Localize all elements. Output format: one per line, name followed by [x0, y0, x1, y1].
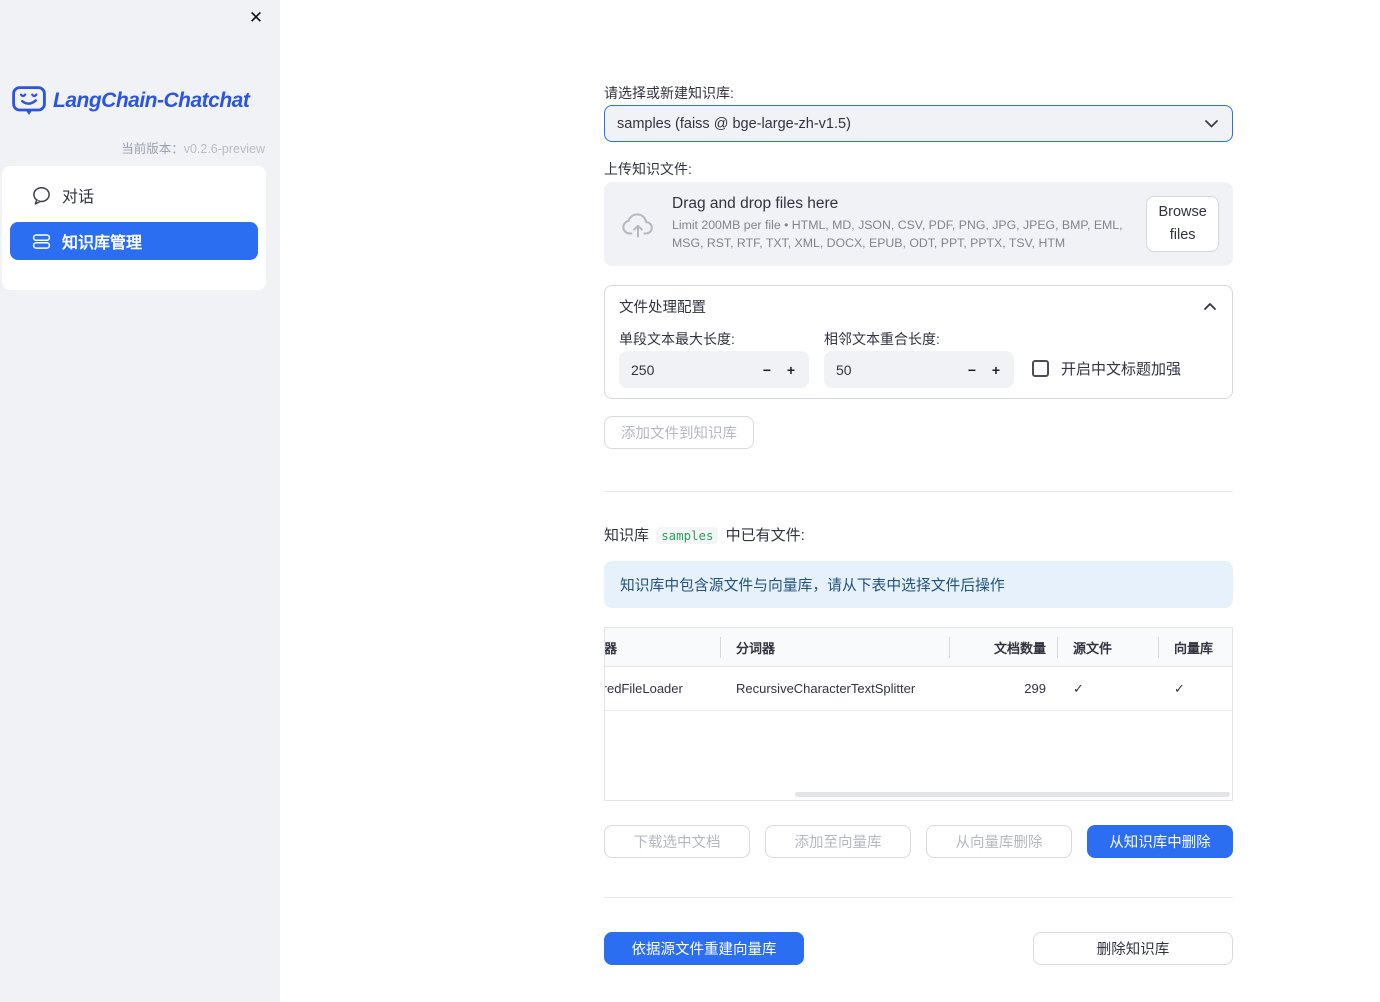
decrement-icon[interactable]: − — [960, 362, 984, 378]
cell-vector-store-check: ✓ — [1158, 667, 1234, 710]
kb-name-code: samples — [656, 527, 719, 544]
chunk-size-label: 单段文本最大长度: — [619, 331, 735, 347]
files-table[interactable]: 文档加载器 分词器 文档数量 源文件 向量库 — [604, 627, 1233, 801]
version-line: 当前版本：v0.2.6-preview — [121, 138, 265, 157]
dropzone-title: Drag and drop files here — [672, 195, 839, 213]
download-selected-button[interactable]: 下载选中文档 — [604, 825, 750, 858]
chevron-up-icon — [1202, 300, 1218, 313]
files-line-prefix: 知识库 — [604, 527, 650, 544]
increment-icon[interactable]: + — [779, 362, 803, 378]
main-content: 请选择或新建知识库: samples (faiss @ bge-large-zh… — [604, 0, 1233, 1002]
sidebar-item-knowledge-base[interactable]: 知识库管理 — [10, 222, 258, 260]
add-files-button[interactable]: 添加文件到知识库 — [604, 416, 754, 449]
cell-doc-count: 299 — [1024, 681, 1046, 696]
cell-splitter: RecursiveCharacterTextSplitter — [736, 681, 916, 696]
sidebar-menu: 对话 知识库管理 — [2, 166, 266, 290]
dropzone-hint: Limit 200MB per file • HTML, MD, JSON, C… — [672, 218, 1123, 250]
sidebar-item-chat[interactable]: 对话 — [10, 176, 258, 214]
delete-from-kb-button[interactable]: 从知识库中删除 — [1087, 825, 1233, 858]
column-separator — [720, 637, 721, 658]
chunk-size-value: 250 — [631, 361, 655, 378]
stack-icon — [32, 232, 51, 251]
increment-icon[interactable]: + — [984, 362, 1008, 378]
sidebar: ✕ LangChain-Chatchat 当前版本：v0.2.6-preview — [0, 0, 280, 1002]
chunk-size-input[interactable]: 250 − + — [619, 351, 809, 388]
kb-select[interactable]: samples (faiss @ bge-large-zh-v1.5) — [604, 105, 1233, 142]
checkbox-icon[interactable] — [1032, 360, 1049, 377]
column-separator — [1158, 637, 1159, 658]
horizontal-scrollbar[interactable] — [795, 792, 1230, 797]
overlap-input[interactable]: 50 − + — [824, 351, 1014, 388]
logo: LangChain-Chatchat — [12, 86, 250, 116]
dropzone-text: Drag and drop files here Limit 200MB per… — [672, 195, 1146, 253]
sidebar-item-label: 知识库管理 — [62, 235, 143, 252]
logo-text: LangChain-Chatchat — [53, 89, 250, 112]
column-header-source-file: 源文件 — [1073, 640, 1113, 656]
cell-loader: UnstructuredFileLoader — [605, 681, 683, 696]
overlap-label: 相邻文本重合长度: — [824, 331, 940, 347]
chat-bubble-icon — [32, 186, 51, 205]
check-icon: ✓ — [1073, 680, 1084, 696]
version-label: 当前版本： — [121, 142, 184, 156]
check-icon: ✓ — [1174, 680, 1185, 696]
column-separator — [949, 637, 950, 658]
delete-from-vectorstore-button[interactable]: 从向量库删除 — [926, 825, 1072, 858]
info-text: 知识库中包含源文件与向量库，请从下表中选择文件后操作 — [620, 578, 1005, 594]
info-banner: 知识库中包含源文件与向量库，请从下表中选择文件后操作 — [604, 561, 1233, 608]
column-separator — [1057, 637, 1058, 658]
chevron-down-icon — [1203, 116, 1220, 131]
kb-select-label: 请选择或新建知识库: — [604, 85, 734, 101]
table-row[interactable]: UnstructuredFileLoader RecursiveCharacte… — [605, 667, 1232, 711]
logo-chat-smiley-icon — [12, 86, 46, 116]
kb-select-value: samples (faiss @ bge-large-zh-v1.5) — [617, 115, 851, 132]
existing-files-heading: 知识库 samples 中已有文件: — [604, 524, 805, 545]
sidebar-item-label: 对话 — [62, 189, 95, 206]
column-header-splitter: 分词器 — [736, 640, 776, 656]
delete-kb-button[interactable]: 删除知识库 — [1033, 932, 1233, 965]
checkbox-label: 开启中文标题加强 — [1061, 361, 1182, 378]
column-header-loader: 文档加载器 — [605, 640, 618, 656]
browse-files-button[interactable]: Browse files — [1146, 196, 1219, 252]
file-config-expander: 文件处理配置 单段文本最大长度: 相邻文本重合长度: 250 − + 50 − … — [604, 285, 1233, 399]
expander-header[interactable]: 文件处理配置 — [605, 286, 1232, 326]
divider — [604, 491, 1233, 492]
overlap-value: 50 — [836, 361, 852, 378]
column-header-vector-store: 向量库 — [1174, 640, 1214, 656]
uploader-label: 上传知识文件: — [604, 161, 692, 177]
files-line-suffix: 中已有文件: — [725, 527, 805, 544]
expander-title: 文件处理配置 — [619, 299, 706, 316]
rebuild-vectorstore-button[interactable]: 依据源文件重建向量库 — [604, 932, 804, 965]
decrement-icon[interactable]: − — [755, 362, 779, 378]
app-root: ✕ LangChain-Chatchat 当前版本：v0.2.6-preview — [0, 0, 1380, 1002]
file-dropzone[interactable]: Drag and drop files here Limit 200MB per… — [604, 182, 1233, 266]
cell-source-file-check: ✓ — [1057, 667, 1158, 710]
column-header-doc-count: 文档数量 — [993, 640, 1046, 656]
table-header: 文档加载器 分词器 文档数量 源文件 向量库 — [605, 628, 1232, 667]
sidebar-close-button[interactable]: ✕ — [244, 6, 268, 30]
cloud-upload-icon — [620, 210, 656, 239]
version-value: v0.2.6-preview — [183, 142, 265, 156]
divider — [604, 897, 1233, 898]
zh-title-enhance-checkbox[interactable]: 开启中文标题加强 — [1032, 358, 1181, 379]
add-to-vectorstore-button[interactable]: 添加至向量库 — [765, 825, 911, 858]
